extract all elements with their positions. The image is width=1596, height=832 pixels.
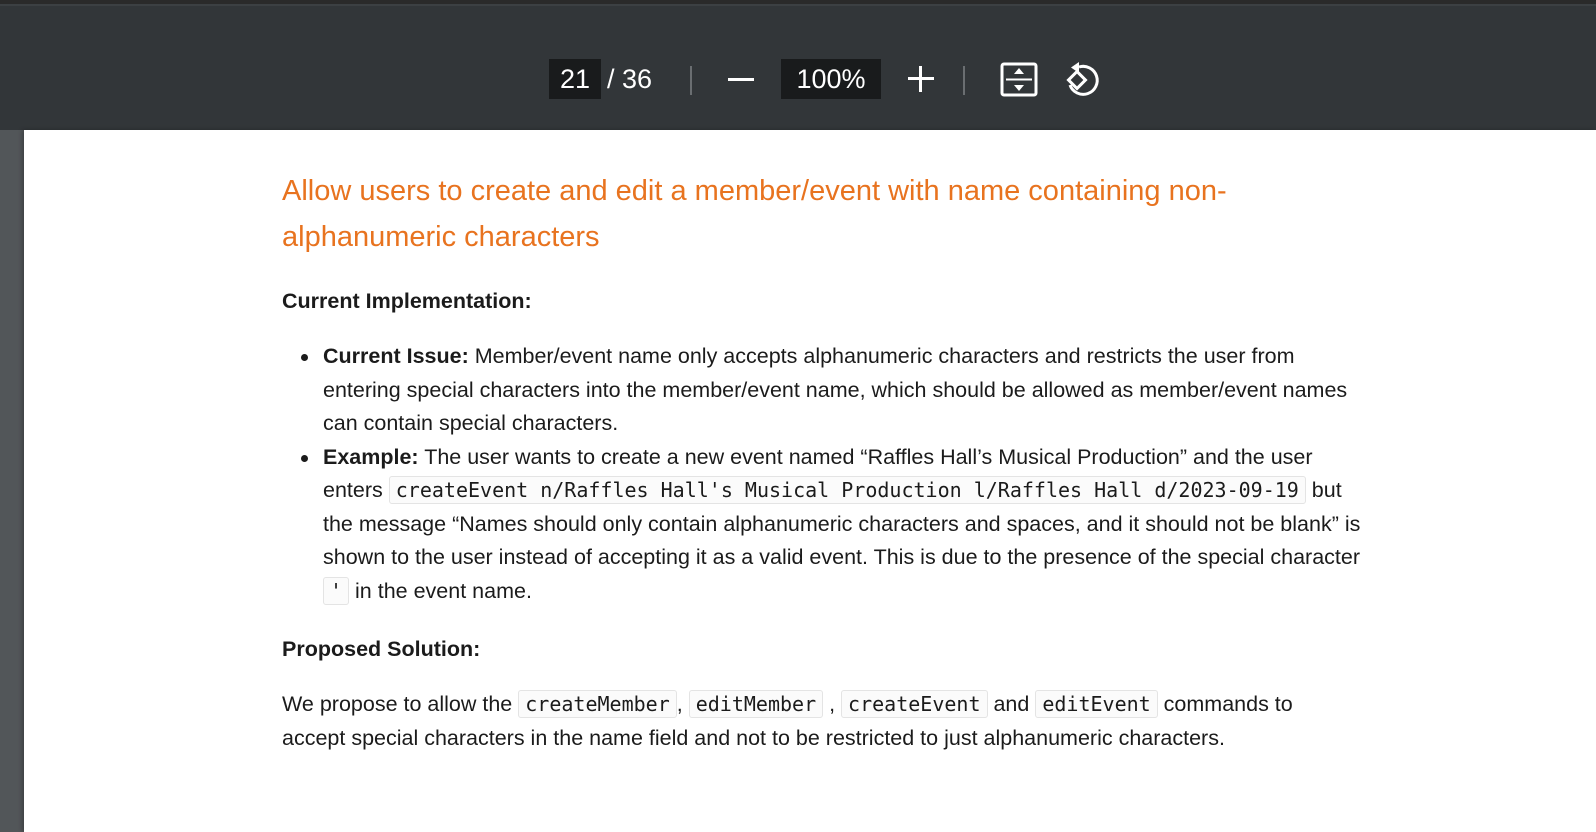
list-item-example: Example: The user wants to create a new … xyxy=(301,441,1362,609)
list-item-current-issue: Current Issue: Member/event name only ac… xyxy=(301,340,1362,441)
proposal-text: and xyxy=(987,692,1036,716)
zoom-in-button[interactable] xyxy=(906,64,936,94)
proposed-solution-heading: Proposed Solution: xyxy=(282,637,481,661)
zoom-level-input[interactable]: 100% xyxy=(781,59,881,99)
issue-list: Current Issue: Member/event name only ac… xyxy=(282,340,1362,608)
rotate-button[interactable] xyxy=(1063,61,1103,99)
page-content: Allow users to create and edit a member/… xyxy=(282,168,1362,755)
page-number-input[interactable]: 21 xyxy=(549,59,601,99)
example-text: in the event name. xyxy=(349,578,532,603)
proposal-paragraph: We propose to allow the createMember, ed… xyxy=(282,688,1357,755)
current-issue-text: Member/event name only accepts alphanume… xyxy=(323,344,1348,435)
toolbar-separator xyxy=(963,66,965,95)
create-event-code: createEvent xyxy=(841,690,988,718)
fit-to-page-button[interactable] xyxy=(1000,62,1038,98)
zoom-out-button[interactable] xyxy=(726,64,756,94)
section-title: Allow users to create and edit a member/… xyxy=(282,175,1227,253)
fit-to-page-icon xyxy=(1000,62,1038,97)
edit-event-code: editEvent xyxy=(1035,690,1158,718)
page-total-label: / 36 xyxy=(607,63,653,94)
special-character-code: ' xyxy=(323,576,350,605)
create-member-code: createMember xyxy=(518,690,677,718)
proposal-text: We propose to allow the xyxy=(282,692,519,716)
current-issue-label: Current Issue: xyxy=(323,344,469,368)
proposal-text: , xyxy=(676,692,689,716)
proposal-text: , xyxy=(823,692,842,716)
rotate-counterclockwise-icon xyxy=(1066,62,1099,96)
example-label: Example: xyxy=(323,444,419,469)
example-command-code: createEvent n/Raffles Hall's Musical Pro… xyxy=(388,476,1306,504)
edit-member-code: editMember xyxy=(688,690,824,718)
toolbar-separator xyxy=(690,66,692,95)
pdf-toolbar: 21 / 36 100% xyxy=(0,4,1596,130)
current-implementation-heading: Current Implementation: xyxy=(282,289,532,313)
viewer-gutter xyxy=(0,130,24,832)
minus-icon xyxy=(728,77,754,81)
